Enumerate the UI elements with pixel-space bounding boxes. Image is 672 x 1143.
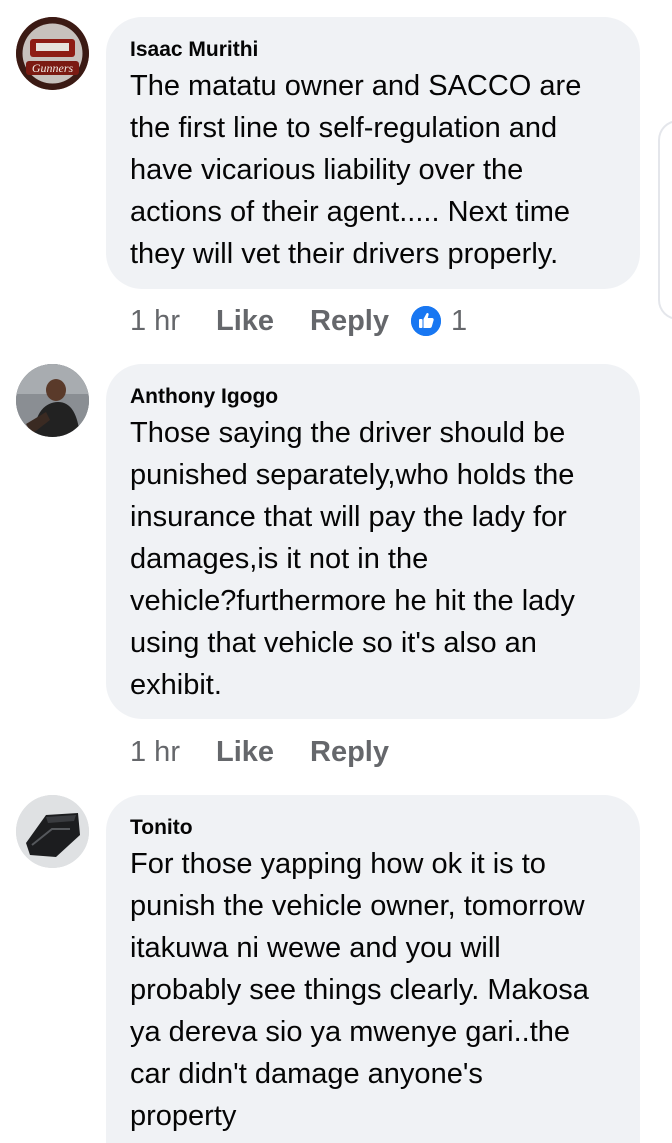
reaction-summary[interactable]: 1 [411, 305, 467, 338]
avatar[interactable] [16, 364, 89, 437]
comment-text: Those saying the driver should be punish… [130, 417, 575, 701]
comment-timestamp[interactable]: 1 hr [130, 736, 180, 769]
comment-author[interactable]: Anthony Igogo [130, 384, 616, 410]
like-button[interactable]: Like [216, 305, 274, 338]
gunners-crest-image: Gunners [16, 17, 89, 90]
profile-photo-image [16, 795, 89, 868]
reply-button[interactable]: Reply [310, 305, 389, 338]
comment-bubble: Tonito For those yapping how ok it is to… [106, 795, 640, 1143]
comment-timestamp[interactable]: 1 hr [130, 305, 180, 338]
reaction-count: 1 [451, 304, 468, 337]
reply-button[interactable]: Reply [310, 736, 389, 769]
comment-author[interactable]: Tonito [130, 815, 616, 841]
svg-text:Gunners: Gunners [32, 61, 74, 75]
thumbs-up-icon [411, 306, 441, 336]
avatar[interactable] [16, 795, 89, 868]
profile-photo-image [16, 364, 89, 437]
comment-actions: 1 hr Like Reply [130, 732, 389, 772]
comment-bubble: Isaac Murithi The matatu owner and SACCO… [106, 17, 640, 289]
comment-bubble: Anthony Igogo Those saying the driver sh… [106, 364, 640, 719]
comment-text: The matatu owner and SACCO are the first… [130, 70, 582, 270]
comment-text: For those yapping how ok it is to punish… [130, 848, 589, 1132]
comment-author[interactable]: Isaac Murithi [130, 37, 616, 63]
avatar[interactable]: Gunners [16, 17, 89, 90]
side-panel-edge [658, 120, 672, 320]
comment-actions: 1 hr Like Reply 1 [130, 301, 467, 341]
like-button[interactable]: Like [216, 736, 274, 769]
